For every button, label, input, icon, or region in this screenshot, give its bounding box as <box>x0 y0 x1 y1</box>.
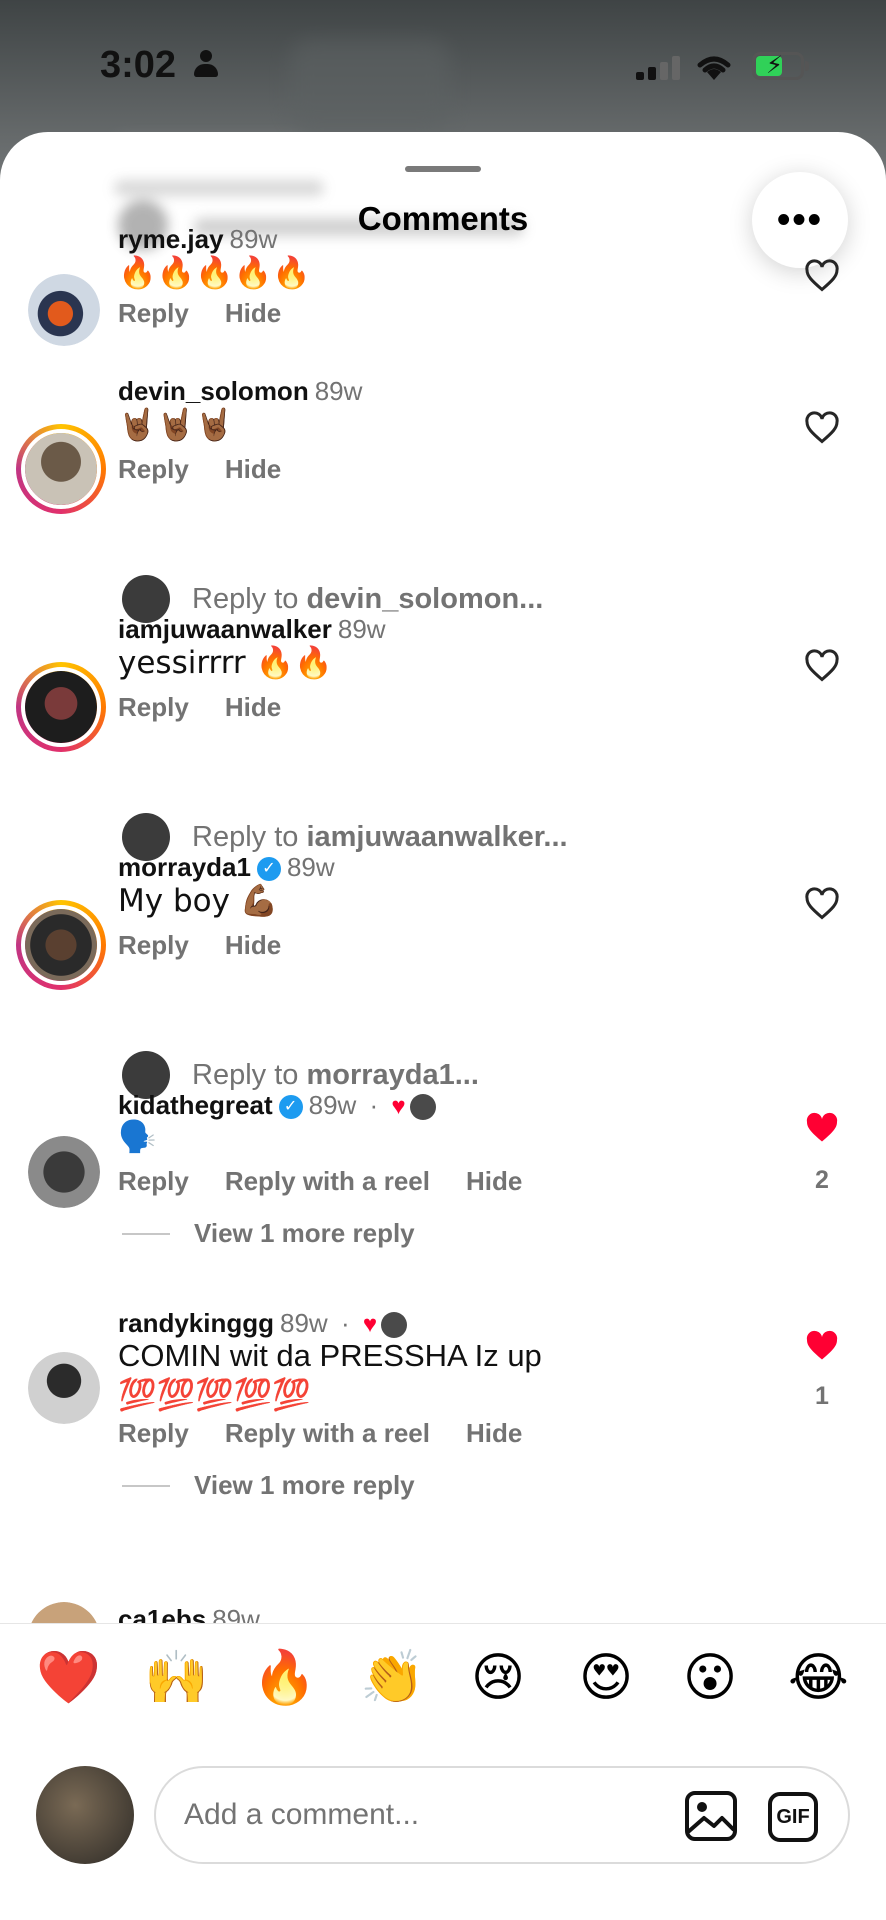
quick-reaction-bar: ❤️ 🙌 🔥 👏 😢 😍 😮 😂 <box>0 1623 886 1743</box>
reaction-laughing[interactable]: 😂 <box>788 1648 849 1708</box>
avatar[interactable] <box>28 274 100 346</box>
heart-outline-icon <box>805 411 839 444</box>
comment-username[interactable]: devin_solomon <box>118 376 309 406</box>
heart-outline-icon <box>805 649 839 682</box>
creator-avatar-mini <box>381 1312 408 1339</box>
reaction-crying[interactable]: 😢 <box>468 1648 528 1708</box>
comment-age: 89w <box>337 614 386 644</box>
heart-outline-icon <box>805 887 839 920</box>
avatar[interactable] <box>28 1352 100 1424</box>
hide-button[interactable]: Hide <box>225 454 281 484</box>
like-button[interactable] <box>802 1326 842 1366</box>
view-more-replies[interactable]: View 1 more reply <box>122 1470 415 1501</box>
battery-charging-icon: ⚡ <box>752 52 810 82</box>
cellular-signal-icon <box>636 56 680 80</box>
comment-age: 89w <box>280 1308 328 1338</box>
comment-text: 🤘🏾🤘🏾🤘🏾 <box>118 407 234 443</box>
comments-sheet: Comments ••• ryme.jay 89w 🔥🔥🔥🔥🔥 Reply Hide… <box>0 132 886 1920</box>
more-icon: ••• <box>777 198 823 241</box>
comment-input[interactable]: Add a comment... GIF <box>154 1766 850 1864</box>
reply-button[interactable]: Reply <box>118 454 189 484</box>
hide-button[interactable]: Hide <box>466 1418 522 1448</box>
reply-button[interactable]: Reply <box>118 692 189 722</box>
reaction-heart[interactable]: ❤️ <box>36 1648 101 1708</box>
hide-button[interactable]: Hide <box>225 298 281 328</box>
avatar-story-ring[interactable] <box>16 900 106 990</box>
gif-icon[interactable]: GIF <box>768 1792 818 1842</box>
reaction-clap[interactable]: 👏 <box>360 1648 425 1708</box>
like-count: 1 <box>815 1382 829 1410</box>
image-icon[interactable] <box>684 1790 738 1842</box>
reply-button[interactable]: Reply <box>118 1166 189 1196</box>
view-more-replies[interactable]: View 1 more reply <box>122 1218 415 1249</box>
like-button[interactable] <box>802 408 842 448</box>
reply-target-username: iamjuwaanwalker... <box>306 820 568 853</box>
reply-with-reel-button[interactable]: Reply with a reel <box>225 1166 430 1196</box>
like-button[interactable] <box>802 1108 842 1148</box>
reaction-fire[interactable]: 🔥 <box>252 1648 317 1708</box>
comment-text: My boy 💪🏾 <box>118 883 279 919</box>
comment-username[interactable]: morrayda1 <box>118 852 251 882</box>
reply-target-username: morrayda1... <box>306 1058 479 1091</box>
my-avatar <box>36 1766 134 1864</box>
verified-badge-icon: ✓ <box>278 1095 303 1120</box>
heart-outline-icon <box>805 259 839 292</box>
reply-button[interactable]: Reply <box>118 1418 189 1448</box>
reaction-heart-eyes[interactable]: 😍 <box>576 1648 636 1708</box>
comment-text-line2: 💯💯💯💯💯 <box>118 1377 311 1413</box>
comment-text: 🔥🔥🔥🔥🔥 <box>118 255 311 291</box>
reply-button[interactable]: Reply <box>118 930 189 960</box>
like-button[interactable] <box>802 256 842 296</box>
comment-age: 89w <box>229 224 278 254</box>
comment-text: COMIN wit da PRESSHA Iz up <box>118 1338 542 1373</box>
heart-filled-icon <box>806 1330 838 1360</box>
wifi-icon <box>697 56 731 80</box>
like-button[interactable] <box>802 884 842 924</box>
verified-badge-icon: ✓ <box>256 857 281 882</box>
avatar-story-ring[interactable] <box>16 424 106 514</box>
like-count: 2 <box>815 1166 829 1194</box>
creator-liked-heart-icon: ♥ <box>362 1311 378 1338</box>
comment-age: 89w <box>308 1090 357 1120</box>
avatar[interactable] <box>28 1136 100 1208</box>
person-icon <box>193 50 219 80</box>
comment-text: yessirrrr 🔥🔥 <box>118 645 333 681</box>
creator-liked-heart-icon: ♥ <box>391 1093 406 1120</box>
reply-button[interactable]: Reply <box>118 298 189 328</box>
comment-username[interactable]: iamjuwaanwalker <box>118 614 332 644</box>
creator-avatar-mini <box>409 1094 436 1121</box>
comment-age: 89w <box>314 376 363 406</box>
status-time: 3:02 <box>100 44 177 86</box>
comment-composer: Add a comment... GIF <box>0 1732 886 1920</box>
avatar-story-ring[interactable] <box>16 662 106 752</box>
drag-handle[interactable] <box>405 166 481 172</box>
hide-button[interactable]: Hide <box>225 692 281 722</box>
comment-username[interactable]: ryme.jay <box>118 224 224 254</box>
reply-with-reel-button[interactable]: Reply with a reel <box>225 1418 430 1448</box>
hide-button[interactable]: Hide <box>466 1166 522 1196</box>
heart-filled-icon <box>806 1112 838 1142</box>
reaction-raised-hands[interactable]: 🙌 <box>144 1648 209 1708</box>
hide-button[interactable]: Hide <box>225 930 281 960</box>
status-bar: 3:02 ⚡ <box>0 0 886 130</box>
comment-input-placeholder: Add a comment... <box>184 1798 420 1831</box>
reaction-surprised[interactable]: 😮 <box>680 1648 740 1708</box>
comment-username[interactable]: randykinggg <box>118 1308 274 1338</box>
comment-text: 🗣️ <box>118 1119 157 1155</box>
reply-target-username: devin_solomon... <box>306 582 544 615</box>
like-button[interactable] <box>802 646 842 686</box>
more-options-button[interactable]: ••• <box>752 172 848 268</box>
comment-age: 89w <box>286 852 335 882</box>
comment-username[interactable]: kidathegreat <box>118 1090 273 1120</box>
